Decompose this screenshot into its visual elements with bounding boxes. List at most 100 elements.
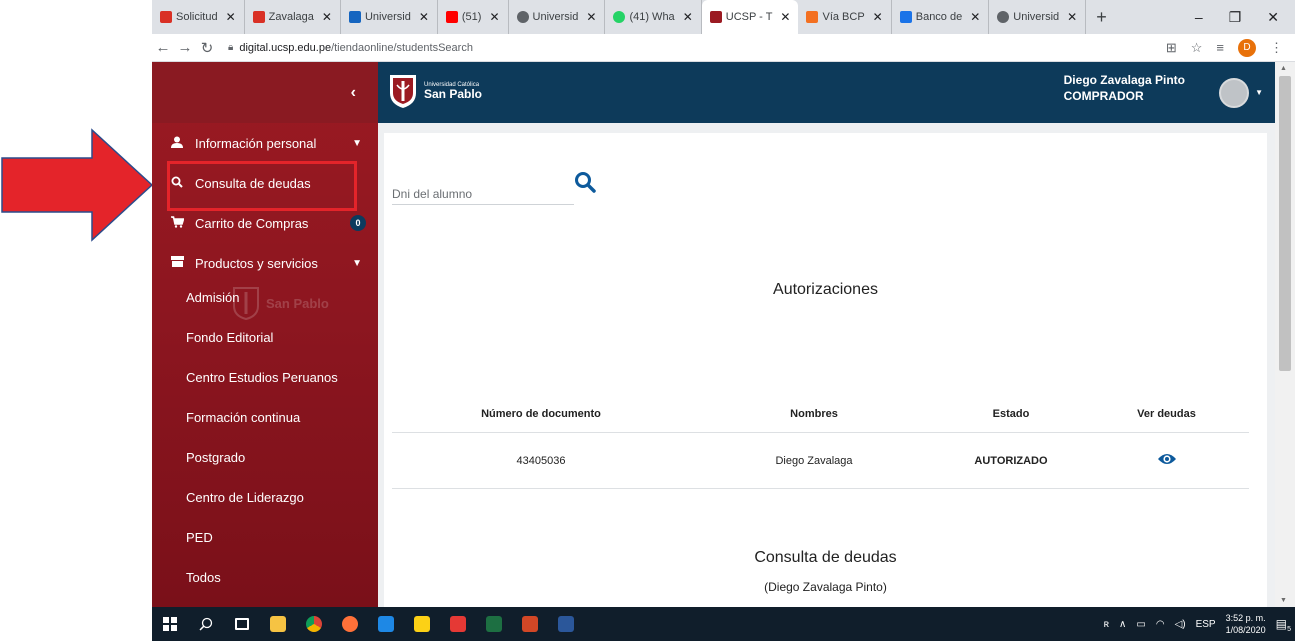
profile-avatar[interactable]: D xyxy=(1238,38,1256,57)
address-bar: ← → ↻ 🔒︎ digital.ucsp.edu.pe/tiendaonlin… xyxy=(152,34,1295,62)
browser-tab[interactable]: Universid ✕ xyxy=(509,0,606,34)
bank-icon xyxy=(899,11,912,23)
column-header: Estado xyxy=(992,408,1030,420)
close-tab-icon[interactable]: ✕ xyxy=(419,10,429,24)
back-icon[interactable]: ← xyxy=(152,39,174,56)
chevron-up-icon[interactable]: ∧ xyxy=(1119,619,1126,630)
scroll-down-icon[interactable]: ▼ xyxy=(1280,597,1287,604)
chevron-down-icon: ▼ xyxy=(352,137,362,149)
close-tab-icon[interactable]: ✕ xyxy=(1067,10,1077,24)
browser-tab[interactable]: Universid ✕ xyxy=(989,0,1087,34)
close-tab-icon[interactable]: ✕ xyxy=(226,10,236,24)
close-window-icon[interactable]: ✕ xyxy=(1267,9,1279,26)
volume-icon[interactable]: ◁) xyxy=(1175,619,1186,630)
sidebar-item-personal-info[interactable]: Información personal ▼ xyxy=(152,123,378,163)
browser-tab[interactable]: (41) Wha ✕ xyxy=(605,0,702,34)
collapse-sidebar-icon[interactable]: ‹ xyxy=(351,84,356,102)
url-field[interactable]: 🔒︎ digital.ucsp.edu.pe/tiendaonline/stud… xyxy=(228,42,473,54)
search-icon[interactable] xyxy=(574,171,596,193)
browser-tab[interactable]: Universid ✕ xyxy=(341,0,438,34)
student-name: Diego Zavalaga xyxy=(775,454,853,467)
task-view-icon[interactable] xyxy=(224,607,260,641)
shield-icon xyxy=(390,75,416,108)
dni-input[interactable] xyxy=(392,173,574,203)
close-tab-icon[interactable]: ✕ xyxy=(683,10,693,24)
translate-icon[interactable]: ⊞ xyxy=(1166,40,1177,56)
browser-tab[interactable]: Banco de ✕ xyxy=(892,0,990,34)
people-icon[interactable]: ʀ xyxy=(1104,619,1109,630)
star-icon[interactable]: ☆ xyxy=(1191,40,1203,56)
battery-icon[interactable]: ▭ xyxy=(1136,619,1145,630)
column-header: Ver deudas xyxy=(1137,408,1196,420)
user-info: Diego Zavalaga Pinto COMPRADOR xyxy=(1064,72,1185,104)
globe-icon xyxy=(997,11,1010,23)
restore-icon[interactable]: ❐ xyxy=(1229,9,1242,26)
dni-search-field xyxy=(392,173,574,205)
clock[interactable]: 3:52 p. m. 1/08/2020 xyxy=(1226,612,1266,636)
sidebar-item-products[interactable]: Productos y servicios ▼ xyxy=(152,243,378,283)
debts-subtitle: (Diego Zavalaga Pinto) xyxy=(764,580,887,594)
avatar[interactable] xyxy=(1219,78,1249,108)
security-app-icon[interactable] xyxy=(440,607,476,641)
table-row: 43405036 Diego Zavalaga AUTORIZADO xyxy=(392,433,1249,489)
close-tab-icon[interactable]: ✕ xyxy=(489,10,499,24)
notification-center-icon[interactable]: ▤ 5 xyxy=(1276,617,1291,633)
whatsapp-icon xyxy=(613,11,626,23)
excel-icon[interactable] xyxy=(476,607,512,641)
eye-icon[interactable] xyxy=(1157,452,1177,466)
close-tab-icon[interactable]: ✕ xyxy=(780,10,790,24)
sidebar-subitem-formacion-continua[interactable]: Formación continua xyxy=(152,397,378,437)
screenshot: Solicitud ✕ Zavalaga ✕ Universid ✕ (51) ✕ Un… xyxy=(0,0,1295,641)
minimize-icon[interactable]: – xyxy=(1195,9,1203,26)
forward-icon[interactable]: → xyxy=(174,39,196,56)
close-tab-icon[interactable]: ✕ xyxy=(586,10,596,24)
page-scrollbar[interactable]: ▲ ▼ xyxy=(1275,62,1295,607)
search-icon[interactable] xyxy=(188,607,224,641)
close-tab-icon[interactable]: ✕ xyxy=(322,10,332,24)
windows-start-icon[interactable] xyxy=(152,607,188,641)
column-header: Nombres xyxy=(790,408,838,420)
close-tab-icon[interactable]: ✕ xyxy=(873,10,883,24)
sticky-notes-icon[interactable] xyxy=(404,607,440,641)
notification-count: 5 xyxy=(1287,626,1291,633)
scroll-thumb[interactable] xyxy=(1279,76,1291,371)
sidebar-subitem-postgrado[interactable]: Postgrado xyxy=(152,437,378,477)
sidebar-subitem-ped[interactable]: PED xyxy=(152,517,378,557)
browser-tab-strip: Solicitud ✕ Zavalaga ✕ Universid ✕ (51) ✕ Un… xyxy=(152,0,1295,34)
scroll-up-icon[interactable]: ▲ xyxy=(1280,65,1287,72)
app-icon[interactable] xyxy=(368,607,404,641)
top-header: Universidad Católica San Pablo Diego Zav… xyxy=(378,62,1275,123)
new-tab-button[interactable]: + xyxy=(1086,7,1117,28)
powerpoint-icon[interactable] xyxy=(512,607,548,641)
reload-icon[interactable]: ↻ xyxy=(196,39,218,57)
windows-taskbar: ʀ ∧ ▭ ◠ ◁) ESP 3:52 p. m. 1/08/2020 ▤ 5 xyxy=(152,607,1295,641)
file-explorer-icon[interactable] xyxy=(260,607,296,641)
media-queue-icon[interactable]: ≡ xyxy=(1216,40,1224,55)
system-tray: ʀ ∧ ▭ ◠ ◁) ESP 3:52 p. m. 1/08/2020 ▤ 5 xyxy=(1104,612,1295,636)
menu-icon[interactable]: ⋮ xyxy=(1270,40,1283,56)
sidebar-subitem-centro-estudios[interactable]: Centro Estudios Peruanos xyxy=(152,357,378,397)
chrome-icon[interactable] xyxy=(296,607,332,641)
caret-down-icon[interactable]: ▼ xyxy=(1255,88,1263,97)
browser-tab[interactable]: (51) ✕ xyxy=(438,0,509,34)
wifi-icon[interactable]: ◠ xyxy=(1156,619,1165,630)
document-number: 43405036 xyxy=(516,454,566,467)
app-icon xyxy=(348,11,361,23)
youtube-icon xyxy=(445,11,458,23)
word-icon[interactable] xyxy=(548,607,584,641)
browser-tab-active[interactable]: UCSP - T ✕ xyxy=(701,0,799,34)
language-indicator[interactable]: ESP xyxy=(1196,619,1216,630)
bcp-icon xyxy=(806,11,819,23)
sidebar-subitem-centro-liderazgo[interactable]: Centro de Liderazgo xyxy=(152,477,378,517)
close-tab-icon[interactable]: ✕ xyxy=(970,10,980,24)
ucsp-logo[interactable]: Universidad Católica San Pablo xyxy=(388,73,482,109)
browser-tab[interactable]: Solicitud ✕ xyxy=(152,0,245,34)
sidebar-subitem-todos[interactable]: Todos xyxy=(152,557,378,597)
firefox-icon[interactable] xyxy=(332,607,368,641)
browser-tab[interactable]: Zavalaga ✕ xyxy=(245,0,341,34)
column-header: Número de documento xyxy=(481,408,601,420)
cart-count-badge: 0 xyxy=(350,215,366,231)
cart-icon xyxy=(168,215,186,231)
lock-icon: 🔒︎ xyxy=(228,42,234,53)
browser-tab[interactable]: Vía BCP ✕ xyxy=(798,0,892,34)
